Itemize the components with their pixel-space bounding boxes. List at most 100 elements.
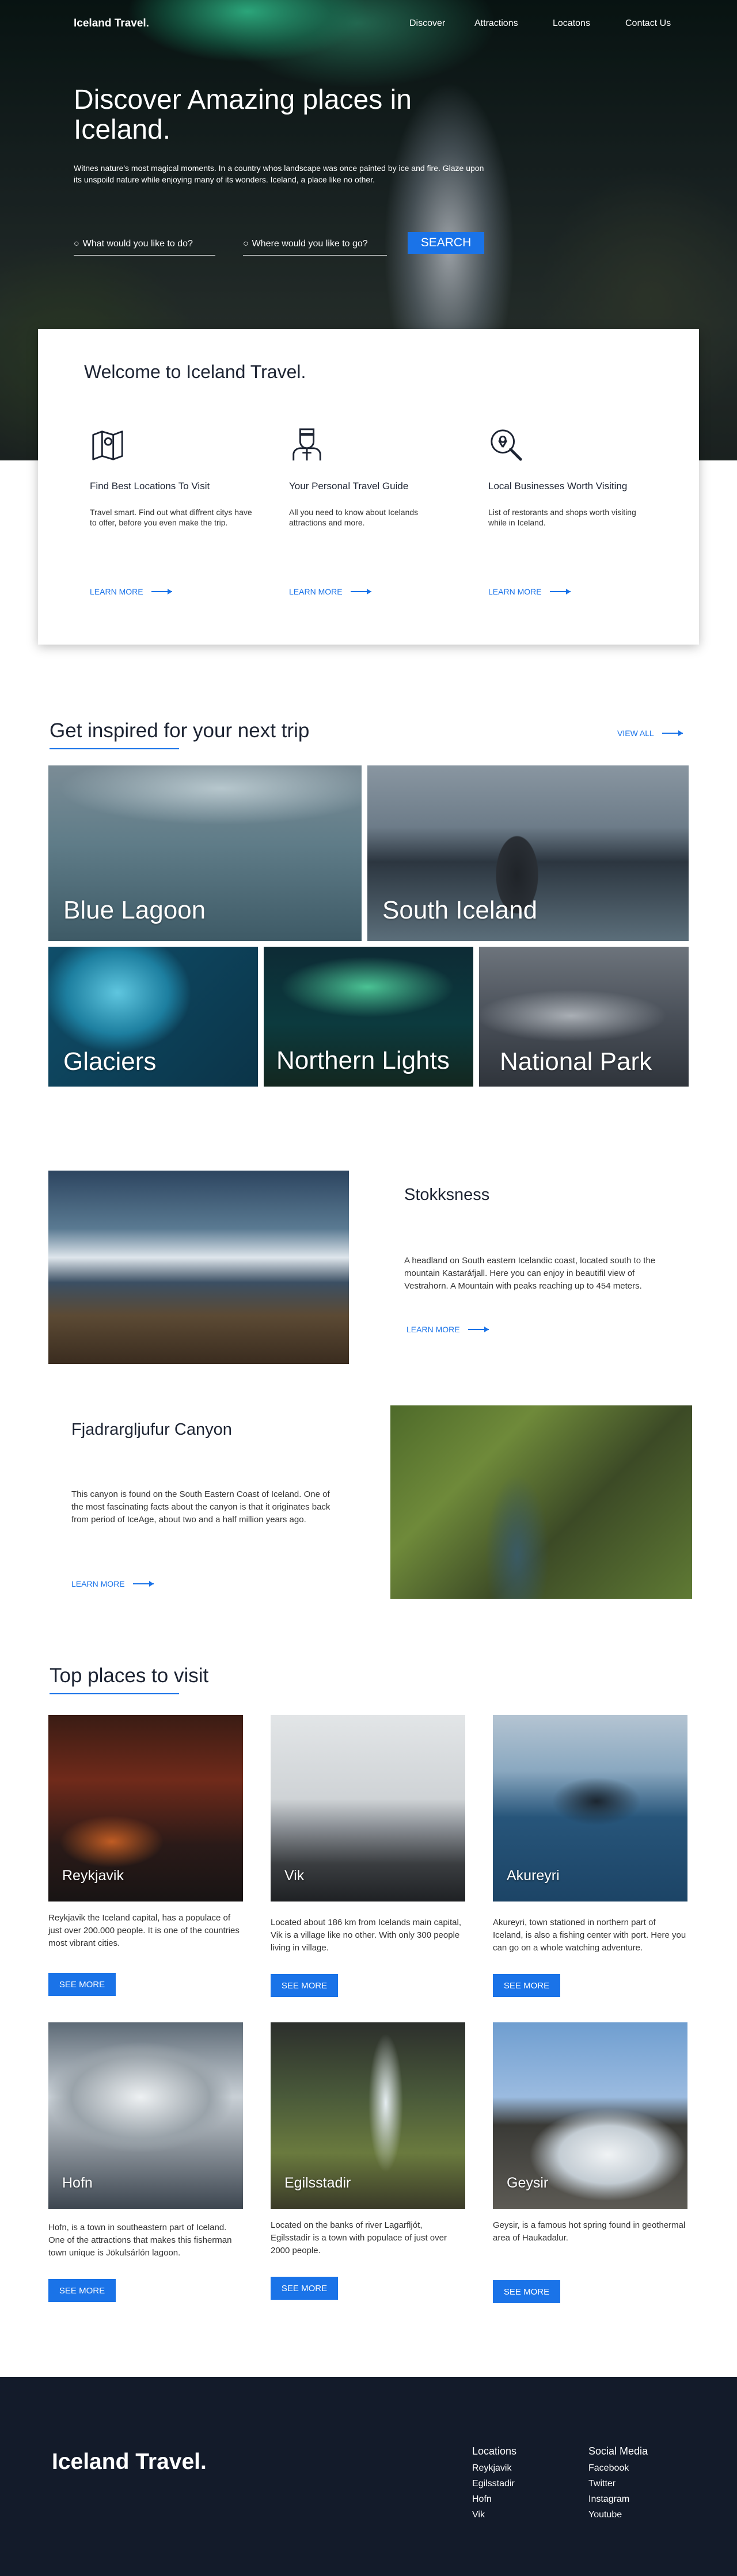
tile-blue-lagoon[interactable]: Blue Lagoon bbox=[48, 765, 362, 941]
nav-discover[interactable]: Discover bbox=[409, 18, 445, 29]
search-button[interactable]: SEARCH bbox=[408, 232, 484, 254]
place-text: Akureyri, town stationed in northern par… bbox=[493, 1918, 686, 1953]
magnifier-icon bbox=[491, 429, 522, 461]
spot-text: This canyon is found on the South Easter… bbox=[71, 1489, 330, 1525]
canyon-image bbox=[390, 1405, 692, 1599]
tile-national-park[interactable]: National Park bbox=[479, 947, 689, 1087]
search-where-field[interactable]: ○ Where would you like to go? bbox=[243, 233, 387, 256]
place-name: Geysir bbox=[507, 2175, 549, 2191]
spot-title: Fjadrargljufur Canyon bbox=[71, 1420, 232, 1439]
search-where-icon: ○ bbox=[243, 238, 249, 249]
welcome-card: Welcome to Iceland Travel. Find Best Loc… bbox=[38, 329, 699, 645]
hero-subtitle: Witnes nature's most magical moments. In… bbox=[74, 163, 484, 184]
learn-more-label: LEARN MORE bbox=[90, 587, 143, 596]
arrow-right-icon bbox=[468, 1327, 489, 1332]
feature-text: Travel smart. Find out what diffrent cit… bbox=[90, 508, 252, 527]
tile-label: Northern Lights bbox=[276, 1046, 450, 1074]
arrow-right-icon bbox=[151, 589, 172, 595]
search-what-icon: ○ bbox=[74, 238, 79, 249]
footer-link[interactable]: Instagram bbox=[588, 2491, 648, 2507]
feature-title: Local Businesses Worth Visiting bbox=[488, 481, 628, 491]
place-image-egilsstadir[interactable]: Egilsstadir bbox=[271, 2022, 465, 2209]
place-image-vik[interactable]: Vik bbox=[271, 1715, 465, 1901]
site-logo[interactable]: Iceland Travel. bbox=[74, 17, 149, 30]
place-text: Geysir, is a famous hot spring found in … bbox=[493, 2220, 686, 2243]
hero-title: Discover Amazing places in Iceland. bbox=[74, 85, 412, 145]
footer: Iceland Travel. Locations Reykjavik Egil… bbox=[0, 2377, 737, 2576]
place-text: Located on the banks of river Lagarfljót… bbox=[271, 2220, 447, 2255]
see-more-button[interactable]: SEE MORE bbox=[493, 2280, 560, 2303]
place-text: Hofn, is a town in southeastern part of … bbox=[48, 2223, 232, 2258]
footer-link[interactable]: Egilsstadir bbox=[472, 2476, 516, 2491]
search-what-field[interactable]: ○ What would you like to do? bbox=[74, 233, 215, 256]
place-name: Reykjavik bbox=[62, 1868, 124, 1884]
map-icon bbox=[92, 430, 123, 460]
footer-locations-title: Locations bbox=[472, 2445, 517, 2457]
guide-icon bbox=[292, 428, 321, 461]
footer-link[interactable]: Facebook bbox=[588, 2460, 648, 2476]
nav-contact[interactable]: Contact Us bbox=[625, 18, 671, 29]
place-name: Egilsstadir bbox=[284, 2175, 351, 2191]
arrow-right-icon bbox=[662, 730, 683, 736]
nav-locations[interactable]: Locatons bbox=[553, 18, 590, 29]
tile-label: National Park bbox=[500, 1047, 652, 1076]
tile-label: Glaciers bbox=[63, 1047, 157, 1076]
learn-more-link[interactable]: LEARN MORE bbox=[488, 587, 571, 596]
place-text: Located about 186 km from Icelands main … bbox=[271, 1918, 462, 1953]
footer-link[interactable]: Youtube bbox=[588, 2507, 648, 2522]
feature-locations: Find Best Locations To Visit Travel smar… bbox=[90, 427, 263, 528]
learn-more-label: LEARN MORE bbox=[71, 1579, 125, 1588]
learn-more-link[interactable]: LEARN MORE bbox=[90, 587, 172, 596]
place-image-geysir[interactable]: Geysir bbox=[493, 2022, 687, 2209]
search-what-placeholder: What would you like to do? bbox=[82, 238, 193, 249]
inspired-section: Get inspired for your next trip VIEW ALL… bbox=[0, 691, 737, 1128]
feature-text: All you need to know about Icelands attr… bbox=[289, 508, 419, 527]
footer-link[interactable]: Hofn bbox=[472, 2491, 516, 2507]
see-more-button[interactable]: SEE MORE bbox=[48, 2279, 116, 2302]
feature-title: Your Personal Travel Guide bbox=[289, 481, 409, 491]
view-all-link[interactable]: VIEW ALL bbox=[617, 729, 683, 738]
search-where-placeholder: Where would you like to go? bbox=[252, 238, 368, 249]
footer-logo[interactable]: Iceland Travel. bbox=[52, 2449, 207, 2475]
tile-glaciers[interactable]: Glaciers bbox=[48, 947, 258, 1087]
tile-label: Blue Lagoon bbox=[63, 896, 206, 924]
top-places-section: Top places to visit Reykjavik Reykjavik … bbox=[0, 1646, 737, 2337]
spots-section: Stokksness A headland on South eastern I… bbox=[0, 1163, 737, 1606]
learn-more-label: LEARN MORE bbox=[407, 1325, 460, 1334]
footer-locations: Locations Reykjavik Egilsstadir Hofn Vik bbox=[472, 2444, 516, 2522]
footer-link[interactable]: Reykjavik bbox=[472, 2460, 516, 2476]
footer-link[interactable]: Twitter bbox=[588, 2476, 648, 2491]
see-more-button[interactable]: SEE MORE bbox=[493, 1974, 560, 1997]
see-more-button[interactable]: SEE MORE bbox=[48, 1973, 116, 1996]
tile-label: South Iceland bbox=[382, 896, 538, 924]
place-name: Hofn bbox=[62, 2175, 93, 2191]
footer-link[interactable]: Vik bbox=[472, 2507, 516, 2522]
view-all-label: VIEW ALL bbox=[617, 729, 654, 738]
place-image-hofn[interactable]: Hofn bbox=[48, 2022, 243, 2209]
feature-businesses: Local Businesses Worth Visiting List of … bbox=[488, 427, 661, 528]
arrow-right-icon bbox=[132, 1581, 154, 1587]
footer-social: Social Media Facebook Twitter Instagram … bbox=[588, 2444, 648, 2522]
see-more-button[interactable]: SEE MORE bbox=[271, 2277, 338, 2300]
tile-south-iceland[interactable]: South Iceland bbox=[367, 765, 689, 941]
place-name: Vik bbox=[284, 1868, 305, 1884]
learn-more-link[interactable]: LEARN MORE bbox=[289, 587, 371, 596]
spot-text: A headland on South eastern Icelandic co… bbox=[404, 1256, 656, 1291]
tile-northern-lights[interactable]: Northern Lights bbox=[264, 947, 473, 1087]
stokksness-image bbox=[48, 1171, 349, 1364]
arrow-right-icon bbox=[350, 589, 371, 595]
feature-text: List of restorants and shops worth visit… bbox=[488, 508, 636, 527]
top-places-title: Top places to visit bbox=[50, 1664, 209, 1694]
place-text: Reykjavik the Iceland capital, has a pop… bbox=[48, 1913, 240, 1948]
welcome-title: Welcome to Iceland Travel. bbox=[84, 361, 306, 382]
place-image-reykjavik[interactable]: Reykjavik bbox=[48, 1715, 243, 1901]
nav-attractions[interactable]: Attractions bbox=[474, 18, 518, 29]
place-image-akureyri[interactable]: Akureyri bbox=[493, 1715, 687, 1901]
arrow-right-icon bbox=[549, 589, 571, 595]
learn-more-link[interactable]: LEARN MORE bbox=[407, 1325, 489, 1334]
learn-more-link[interactable]: LEARN MORE bbox=[71, 1579, 154, 1588]
feature-guide: Your Personal Travel Guide All you need … bbox=[289, 427, 462, 528]
see-more-button[interactable]: SEE MORE bbox=[271, 1974, 338, 1997]
spot-title: Stokksness bbox=[404, 1186, 490, 1204]
learn-more-label: LEARN MORE bbox=[488, 587, 542, 596]
